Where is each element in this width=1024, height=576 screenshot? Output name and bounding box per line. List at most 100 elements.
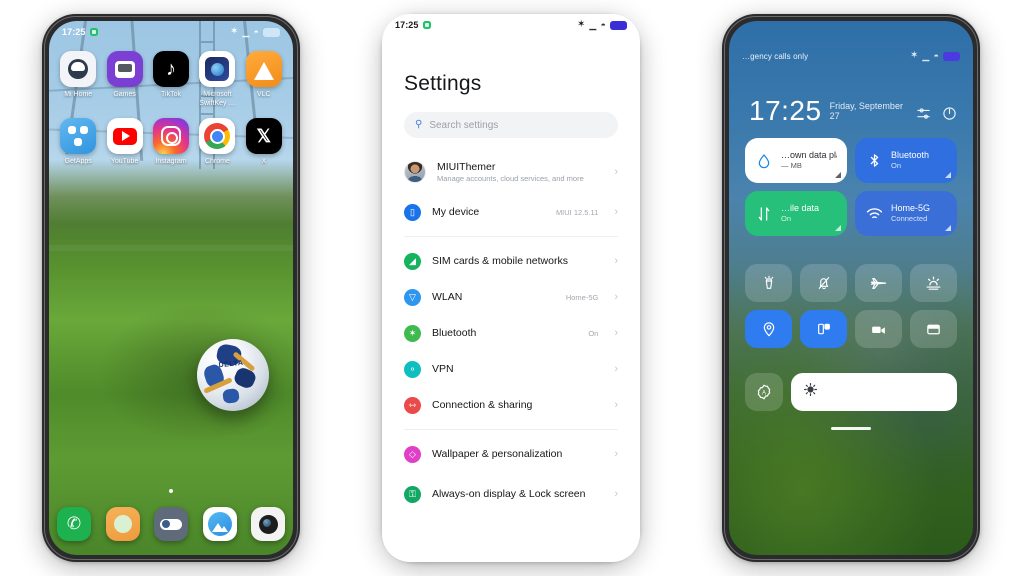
toggle-reading-mode[interactable] (910, 264, 957, 302)
phone-app-icon[interactable]: ✆ (57, 507, 91, 541)
control-center-big-tiles: …own data plan — MB Bluetooth On (745, 138, 957, 236)
settings-display: 17:25 ✶ ▁ ◓ Settings ⚲ Search settings M… (382, 14, 640, 562)
app-chrome[interactable]: Chrome (194, 118, 240, 167)
app-label: X (261, 158, 267, 165)
phone-home-screen: DELTA 17:25 ✶ ▁ ◓ Mi Home Games ♪ TikTok… (42, 14, 300, 562)
chevron-right-icon: › (614, 326, 618, 339)
app-label: VLC (256, 91, 271, 98)
app-vlc[interactable]: VLC (241, 51, 287, 108)
home-indicator-handle[interactable] (831, 427, 871, 430)
power-icon[interactable] (942, 106, 957, 121)
expand-corner-icon[interactable] (835, 172, 841, 178)
home-status-bar: 17:25 ✶ ▁ ◓ (49, 21, 293, 43)
app-label: Games (113, 91, 136, 98)
page-indicator (49, 489, 293, 493)
signal-icon: ▁ (589, 19, 597, 30)
app-youtube[interactable]: YouTube (101, 118, 147, 167)
toggle-silent-mode[interactable] (800, 264, 847, 302)
sliders-icon[interactable] (916, 106, 931, 121)
settings-row-vpn[interactable]: ⚬ VPN › (382, 351, 640, 387)
camera-app-icon[interactable] (251, 507, 285, 541)
clock-date: Friday, September 27 (829, 101, 903, 121)
row-label: VPN (432, 363, 454, 375)
gallery-app-icon[interactable] (202, 507, 237, 541)
app-x[interactable]: 𝕏 X (241, 118, 287, 167)
toggle-flashlight[interactable] (745, 264, 792, 302)
app-label: GetApps (64, 158, 92, 165)
app-mi-home[interactable]: Mi Home (55, 51, 101, 108)
vpn-key-icon: ⚬ (404, 360, 421, 378)
row-label: Bluetooth (432, 327, 477, 339)
chevron-right-icon: › (614, 254, 618, 267)
app-label: Microsoft SwiftKey … (199, 91, 236, 107)
app-getapps[interactable]: GetApps (55, 118, 101, 167)
signal-icon: ▁ (242, 26, 250, 37)
brightness-row: A (745, 373, 957, 411)
screenshot-canvas: DELTA 17:25 ✶ ▁ ◓ Mi Home Games ♪ TikTok… (0, 0, 1024, 576)
settings-row-my-device[interactable]: ▯ My device MIUI 12.5.11 › (382, 194, 640, 230)
youtube-icon (106, 118, 143, 154)
pitch-line (49, 245, 293, 252)
toggle-location[interactable] (745, 310, 792, 348)
tile-wifi[interactable]: Home-5G Connected (855, 191, 957, 236)
row-label: Wallpaper & personalization (432, 448, 563, 460)
home-app-grid: Mi Home Games ♪ TikTok Microsoft SwiftKe… (49, 51, 293, 167)
app-instagram[interactable]: Instagram (148, 118, 194, 167)
tile-bluetooth[interactable]: Bluetooth On (855, 138, 957, 183)
control-center-display: …gency calls only ✶ ▁ ◓ 17:25 Friday, Se… (729, 21, 973, 555)
tile-data-plan[interactable]: …own data plan — MB (745, 138, 847, 183)
wifi-icon: ◓ (933, 50, 939, 61)
control-center-clock-row: 17:25 Friday, September 27 (749, 97, 957, 125)
settings-row-wlan[interactable]: ▽ WLAN Home-5G › (382, 279, 640, 315)
chrome-icon (199, 118, 236, 154)
app-tiktok[interactable]: ♪ TikTok (148, 51, 194, 108)
svg-text:A: A (762, 390, 766, 396)
toggle-screen-recorder[interactable] (855, 310, 902, 348)
avatar (404, 161, 426, 183)
toggle-screenshot[interactable] (800, 310, 847, 348)
messages-app-icon[interactable] (105, 507, 140, 541)
wifi-icon: ◓ (253, 26, 259, 37)
tile-subtitle: Connected (891, 214, 928, 223)
flashlight-icon (761, 275, 777, 291)
control-center-status-bar: …gency calls only ✶ ▁ ◓ (729, 45, 973, 67)
app-microsoft-swiftkey[interactable]: Microsoft SwiftKey … (194, 51, 240, 108)
settings-row-connection-sharing[interactable]: ⇿ Connection & sharing › (382, 387, 640, 423)
home-screen-display: DELTA 17:25 ✶ ▁ ◓ Mi Home Games ♪ TikTok… (49, 21, 293, 555)
wallpaper-icon: ◇ (404, 445, 421, 463)
vlc-icon (245, 51, 282, 87)
expand-corner-icon[interactable] (945, 225, 951, 231)
app-games[interactable]: Games (101, 51, 147, 108)
bluetooth-icon: ✶ (229, 26, 239, 37)
green-shield-icon (422, 21, 431, 29)
settings-row-bluetooth[interactable]: ✶ Bluetooth On › (382, 315, 640, 351)
row-value: MIUI 12.5.11 (555, 207, 599, 217)
settings-row-always-on-display[interactable]: ⚿ Always-on display & Lock screen › (382, 472, 640, 516)
chevron-right-icon: › (614, 487, 618, 500)
expand-corner-icon[interactable] (945, 172, 951, 178)
auto-brightness-icon[interactable]: A (745, 373, 783, 411)
tile-mobile-data[interactable]: …ile data On (745, 191, 847, 236)
settings-row-wallpaper[interactable]: ◇ Wallpaper & personalization › (382, 436, 640, 472)
status-bar-time: 17:25 (62, 27, 86, 37)
connection-icon: ⇿ (404, 396, 421, 414)
settings-list: MIUIThemer Manage accounts, cloud servic… (382, 150, 640, 562)
wifi-icon (865, 207, 883, 221)
row-label: My device (432, 206, 480, 218)
app-label: Mi Home (64, 91, 93, 98)
chevron-right-icon: › (614, 290, 618, 303)
expand-corner-icon[interactable] (835, 225, 841, 231)
reading-mode-icon (925, 275, 942, 292)
toggle-dark-mode[interactable] (910, 310, 957, 348)
brightness-slider[interactable] (791, 373, 957, 411)
green-shield-icon (89, 28, 98, 36)
control-center-toggles (745, 264, 957, 348)
account-subtitle: Manage accounts, cloud services, and mor… (437, 173, 584, 183)
search-input[interactable]: ⚲ Search settings (404, 112, 618, 138)
settings-row-account[interactable]: MIUIThemer Manage accounts, cloud servic… (382, 150, 640, 194)
chevron-right-icon: › (614, 447, 618, 460)
brightness-icon (803, 382, 818, 402)
settings-app-icon[interactable] (154, 507, 188, 541)
settings-row-sim-cards[interactable]: ◢ SIM cards & mobile networks › (382, 243, 640, 279)
toggle-airplane-mode[interactable] (855, 264, 902, 302)
